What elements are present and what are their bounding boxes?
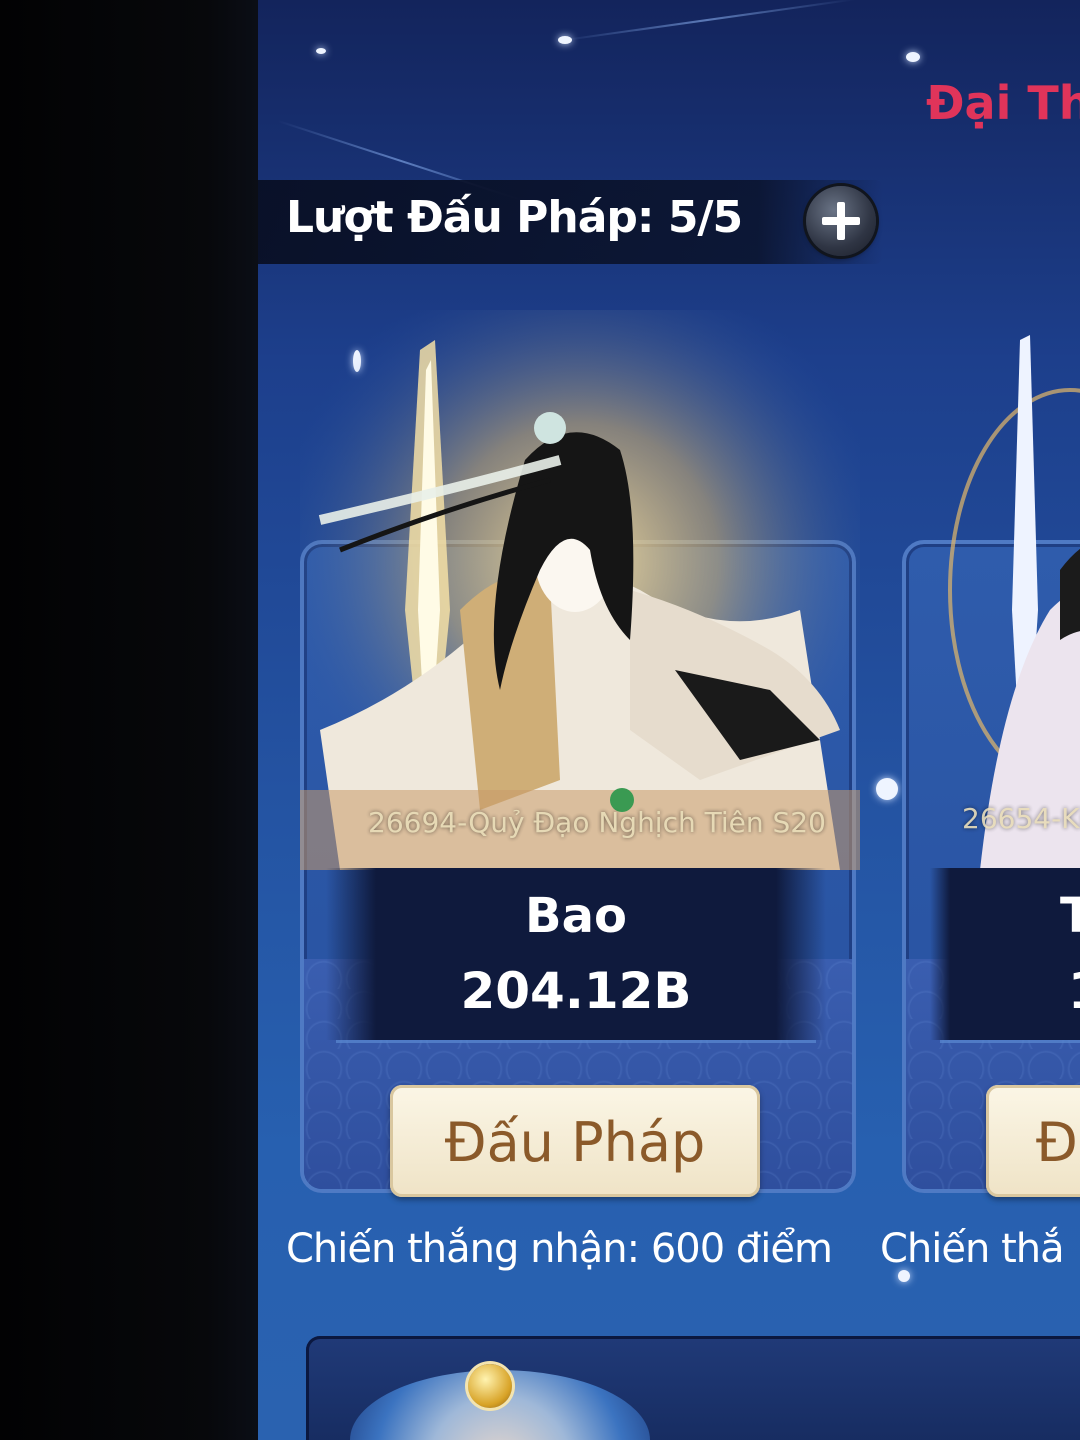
fight-button[interactable]: Đấu Pháp bbox=[390, 1085, 760, 1197]
star bbox=[316, 48, 326, 54]
server-tag: 26694-Quỷ Đạo Nghịch Tiên S20 bbox=[368, 806, 826, 839]
star bbox=[1053, 1385, 1067, 1399]
add-turns-button[interactable] bbox=[806, 186, 876, 256]
device-bezel bbox=[0, 0, 258, 1440]
star bbox=[906, 52, 920, 62]
opponent-name: Bao bbox=[525, 888, 627, 944]
turns-counter: Lượt Đấu Pháp: 5/5 bbox=[286, 192, 743, 243]
light-streak bbox=[557, 0, 856, 42]
opponent-power: 204.12B bbox=[460, 962, 692, 1020]
star bbox=[876, 778, 898, 800]
opponent-portrait bbox=[300, 310, 860, 870]
arena-title: Đại Th bbox=[926, 76, 1080, 130]
star bbox=[558, 36, 572, 44]
character-art bbox=[300, 310, 860, 870]
reward-text: Chiến thắng nhận: 600 điểm bbox=[286, 1226, 833, 1272]
star bbox=[898, 1270, 910, 1282]
fight-button-label: Đấu Pháp bbox=[444, 1111, 706, 1174]
